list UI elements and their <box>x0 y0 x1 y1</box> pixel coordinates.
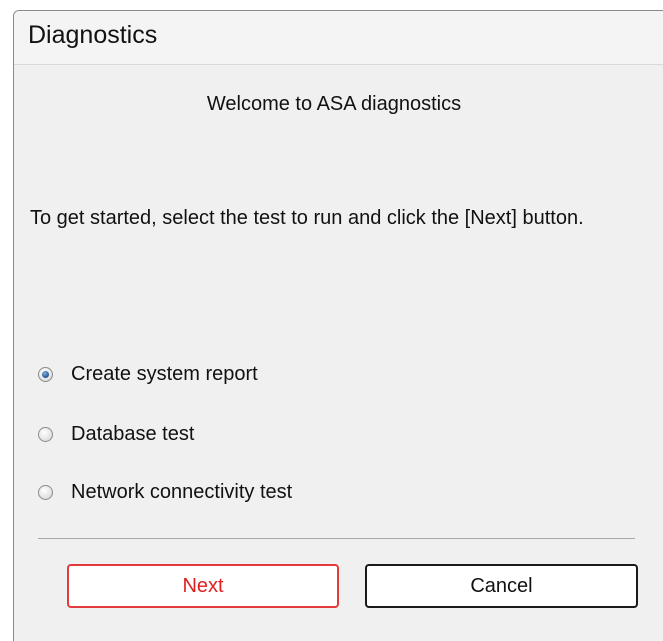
radio-button-icon[interactable] <box>38 426 53 442</box>
separator <box>38 538 635 539</box>
window-title: Diagnostics <box>28 21 158 49</box>
radio-database-test[interactable]: Database test <box>38 419 194 449</box>
radio-create-system-report[interactable]: Create system report <box>38 359 258 389</box>
next-button[interactable]: Next <box>67 564 339 608</box>
radio-network-connectivity-test[interactable]: Network connectivity test <box>38 477 292 507</box>
radio-button-icon[interactable] <box>38 484 53 500</box>
cancel-button[interactable]: Cancel <box>365 564 638 608</box>
radio-button-selected-icon[interactable] <box>38 366 53 382</box>
radio-label: Network connectivity test <box>71 480 293 503</box>
welcome-heading: Welcome to ASA diagnostics <box>206 93 462 115</box>
diagnostics-window: Diagnostics Welcome to ASA diagnostics T… <box>13 10 663 641</box>
title-bar: Diagnostics <box>14 11 663 65</box>
radio-label: Database test <box>71 422 195 445</box>
instructions-text: To get started, select the test to run a… <box>30 207 584 229</box>
radio-label: Create system report <box>71 362 258 385</box>
